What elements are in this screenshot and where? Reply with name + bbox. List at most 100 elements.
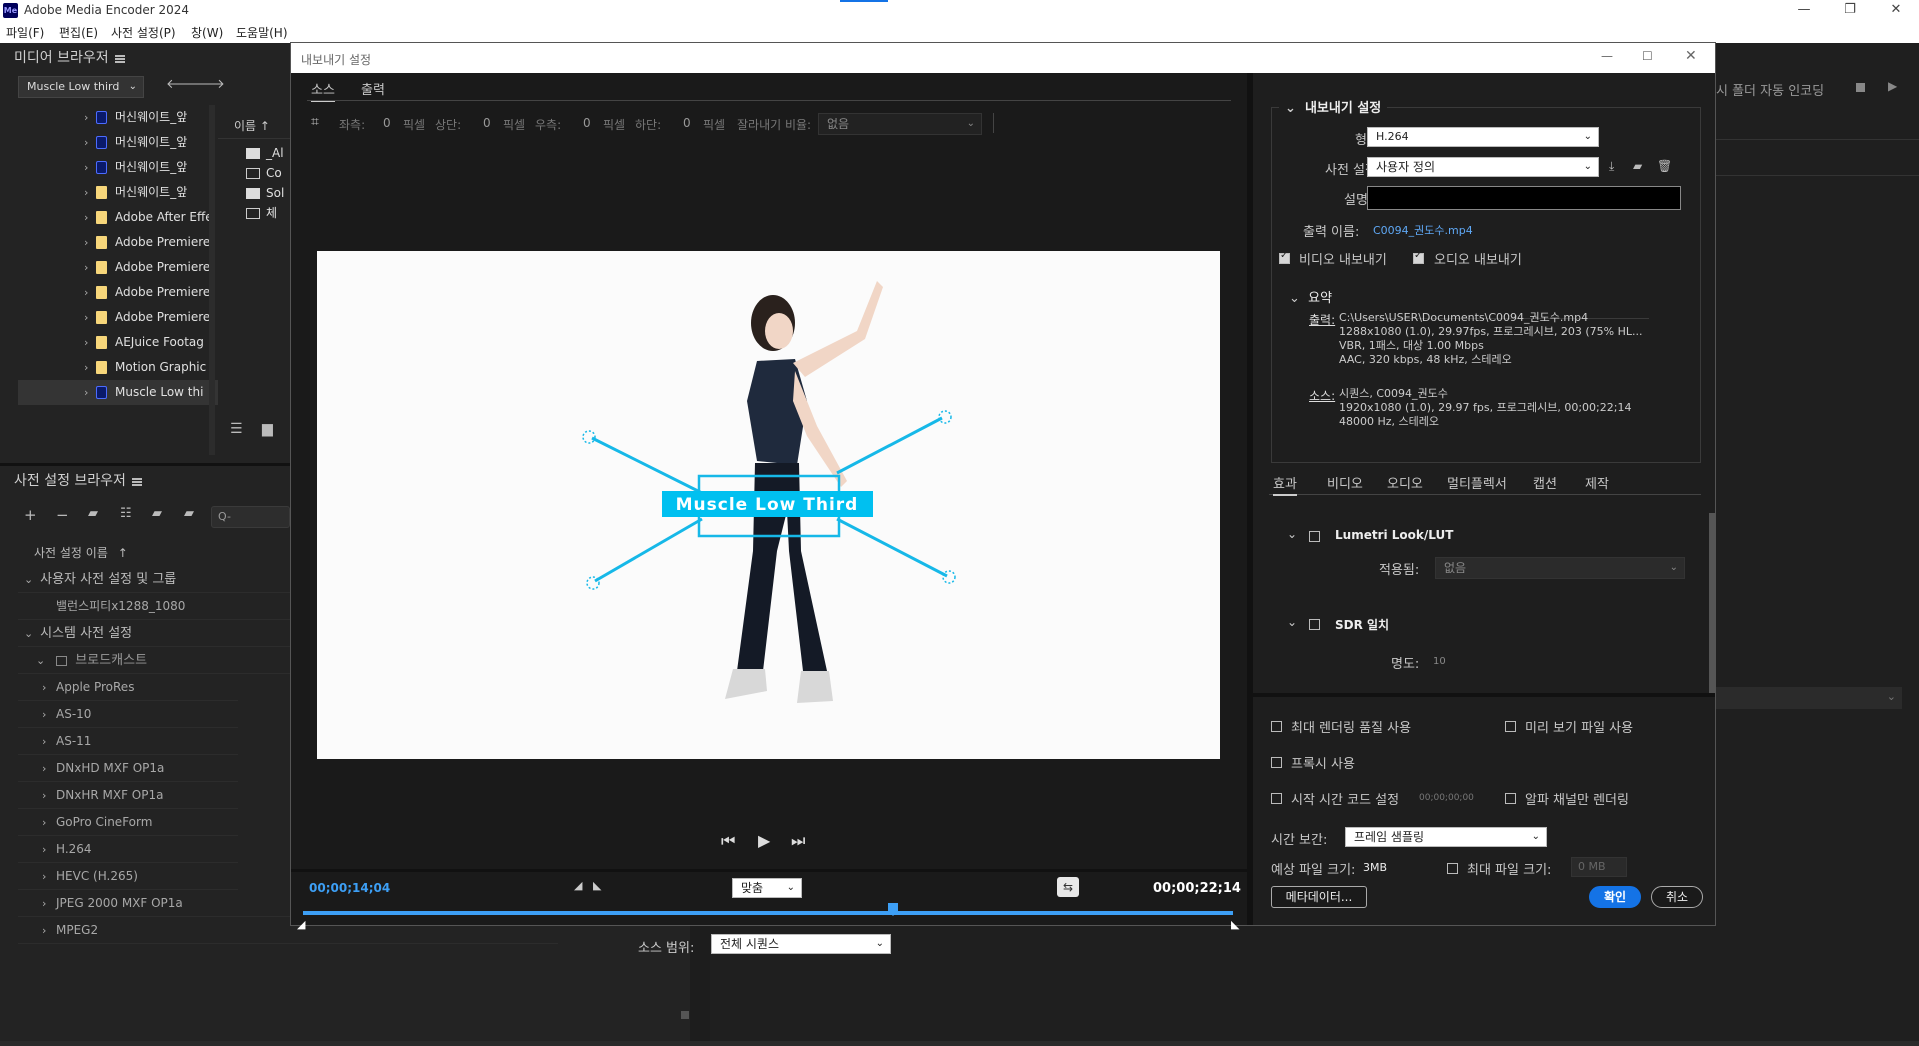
timeline-bar[interactable]: [303, 911, 1233, 915]
preset-dropdown[interactable]: 사용자 정의 ⌄: [1367, 157, 1599, 177]
tab-audio[interactable]: 오디오: [1387, 473, 1423, 492]
chevron-right-icon[interactable]: ›: [84, 380, 96, 405]
crop-right-value[interactable]: 0: [583, 116, 591, 130]
step-forward-icon[interactable]: ⏭: [791, 831, 805, 851]
folder-tree-item[interactable]: › AEJuice Footag: [18, 330, 218, 355]
crop-left-value[interactable]: 0: [383, 116, 391, 130]
lumetri-checkbox[interactable]: [1309, 529, 1320, 544]
sdr-checkbox[interactable]: [1309, 617, 1320, 632]
tab-video[interactable]: 비디오: [1327, 473, 1363, 492]
aspect-toggle-icon[interactable]: ⇆: [1057, 877, 1079, 897]
preset-name-column-header[interactable]: 사전 설정 이름 ↑: [34, 544, 128, 561]
lumetri-expand-icon[interactable]: ⌄: [1287, 527, 1297, 541]
preset-category-item[interactable]: › DNxHR MXF OP1a: [18, 782, 238, 809]
summary-header[interactable]: ⌄ 요약: [1289, 287, 1332, 306]
dialog-maximize-button[interactable]: ☐: [1642, 49, 1653, 63]
chevron-right-icon[interactable]: ›: [84, 230, 96, 255]
chevron-right-icon[interactable]: ›: [42, 809, 54, 836]
menu-edit[interactable]: 편집(E): [59, 24, 98, 41]
chevron-right-icon[interactable]: ›: [42, 917, 54, 944]
tab-multiplexer[interactable]: 멀티플렉서: [1447, 473, 1507, 492]
crop-top-value[interactable]: 0: [483, 116, 491, 130]
menu-file[interactable]: 파일(F): [6, 24, 44, 41]
max-render-checkbox[interactable]: [1271, 719, 1282, 734]
chevron-right-icon[interactable]: ›: [42, 674, 54, 701]
chevron-right-icon[interactable]: ›: [42, 863, 54, 890]
preset-category-item[interactable]: › HEVC (H.265): [18, 863, 238, 890]
add-preset-icon[interactable]: +: [24, 506, 37, 524]
mark-in-icon[interactable]: ◢: [574, 879, 582, 892]
lut-applied-dropdown[interactable]: 없음 ⌄: [1435, 557, 1685, 579]
zoom-fit-dropdown[interactable]: 맞춤 ⌄: [732, 878, 802, 898]
restore-button[interactable]: ❐: [1830, 2, 1870, 20]
save-preset-icon[interactable]: ⤓: [1609, 159, 1614, 174]
alpha-only-checkbox[interactable]: [1505, 791, 1516, 806]
file-list-item[interactable]: _Al: [218, 143, 290, 163]
crop-bottom-value[interactable]: 0: [683, 116, 691, 130]
preview-files-checkbox[interactable]: [1505, 719, 1516, 734]
tab-source[interactable]: 소스: [311, 79, 335, 102]
menu-preset[interactable]: 사전 설정(P): [111, 24, 176, 41]
step-back-icon[interactable]: ⏮: [721, 831, 735, 851]
minimize-button[interactable]: —: [1784, 2, 1824, 20]
panel-menu-icon[interactable]: [131, 478, 142, 486]
preset-scrollbar-thumb[interactable]: [681, 1011, 689, 1019]
max-size-checkbox[interactable]: [1447, 861, 1458, 876]
menu-window[interactable]: 창(W): [191, 24, 223, 41]
panel-menu-icon[interactable]: [114, 55, 125, 63]
menu-help[interactable]: 도움말(H): [236, 24, 288, 41]
import-icon[interactable]: ▰: [152, 506, 162, 521]
source-range-dropdown[interactable]: 전체 시퀀스 ⌄: [711, 934, 891, 954]
preset-category-item[interactable]: › DNxHD MXF OP1a: [18, 755, 238, 782]
start-queue-icon[interactable]: ▶: [1888, 79, 1897, 93]
comment-input[interactable]: [1367, 186, 1681, 210]
list-view-icon[interactable]: ☰: [230, 421, 243, 437]
folder-tree-item[interactable]: › 머신웨이트_앞: [18, 155, 218, 180]
icon-view-icon[interactable]: ▆: [262, 421, 273, 437]
in-point-marker[interactable]: ◢: [297, 918, 305, 931]
chevron-right-icon[interactable]: ›: [84, 280, 96, 305]
close-button[interactable]: ✕: [1876, 2, 1916, 20]
folder-tree-item[interactable]: › Adobe Premiere: [18, 230, 218, 255]
name-column-header[interactable]: 이름 ↑: [218, 113, 290, 139]
preset-category-item[interactable]: › AS-11: [18, 728, 238, 755]
folder-tree-item[interactable]: › 머신웨이트_앞: [18, 105, 218, 130]
folder-tree-item[interactable]: › Motion Graphic: [18, 355, 218, 380]
export-icon[interactable]: ▰: [184, 506, 194, 521]
file-list-item[interactable]: Sol: [218, 183, 290, 203]
crop-icon[interactable]: ⌗: [311, 114, 319, 130]
preset-search-input[interactable]: Q-: [211, 506, 290, 528]
current-timecode[interactable]: 00;00;14;04: [309, 881, 390, 895]
folder-tree-item[interactable]: › 머신웨이트_앞: [18, 130, 218, 155]
ok-button[interactable]: 확인: [1589, 886, 1641, 908]
location-dropdown[interactable]: Muscle Low third ⌄: [18, 76, 144, 98]
chevron-right-icon[interactable]: ›: [42, 782, 54, 809]
chevron-right-icon[interactable]: ›: [42, 836, 54, 863]
format-dropdown[interactable]: H.264 ⌄: [1367, 127, 1599, 147]
chevron-right-icon[interactable]: ›: [84, 305, 96, 330]
preset-category-item[interactable]: › Apple ProRes: [18, 674, 238, 701]
file-list-item[interactable]: Co: [218, 163, 290, 183]
tab-captions[interactable]: 캡션: [1533, 473, 1557, 492]
folder-tree-item[interactable]: › Adobe Premiere: [18, 305, 218, 330]
chevron-right-icon[interactable]: ›: [84, 330, 96, 355]
folder-tree-item[interactable]: › Adobe Premiere: [18, 255, 218, 280]
folder-tree-item[interactable]: › Muscle Low thi: [18, 380, 218, 405]
metadata-button[interactable]: 메타데이터...: [1271, 886, 1367, 908]
mark-out-icon[interactable]: ◣: [593, 879, 601, 892]
cancel-button[interactable]: 취소: [1651, 886, 1703, 908]
chevron-right-icon[interactable]: ›: [84, 155, 96, 180]
chevron-right-icon[interactable]: ›: [84, 105, 96, 130]
start-tc-checkbox[interactable]: [1271, 791, 1282, 806]
start-tc-value[interactable]: 00;00;00;00: [1419, 793, 1474, 803]
out-point-marker[interactable]: ◣: [1231, 918, 1239, 931]
chevron-right-icon[interactable]: ›: [42, 701, 54, 728]
chevron-right-icon[interactable]: ›: [84, 255, 96, 280]
tree-scrollbar[interactable]: [209, 105, 215, 455]
playhead[interactable]: [887, 903, 898, 917]
crop-ratio-dropdown[interactable]: 없음 ⌄: [818, 113, 982, 135]
tab-effects[interactable]: 효과: [1273, 473, 1297, 496]
forward-arrow-icon[interactable]: 🡒: [190, 76, 225, 92]
folder-tree-item[interactable]: › 머신웨이트_앞: [18, 180, 218, 205]
queue-dropdown[interactable]: ⌄: [1716, 687, 1902, 709]
